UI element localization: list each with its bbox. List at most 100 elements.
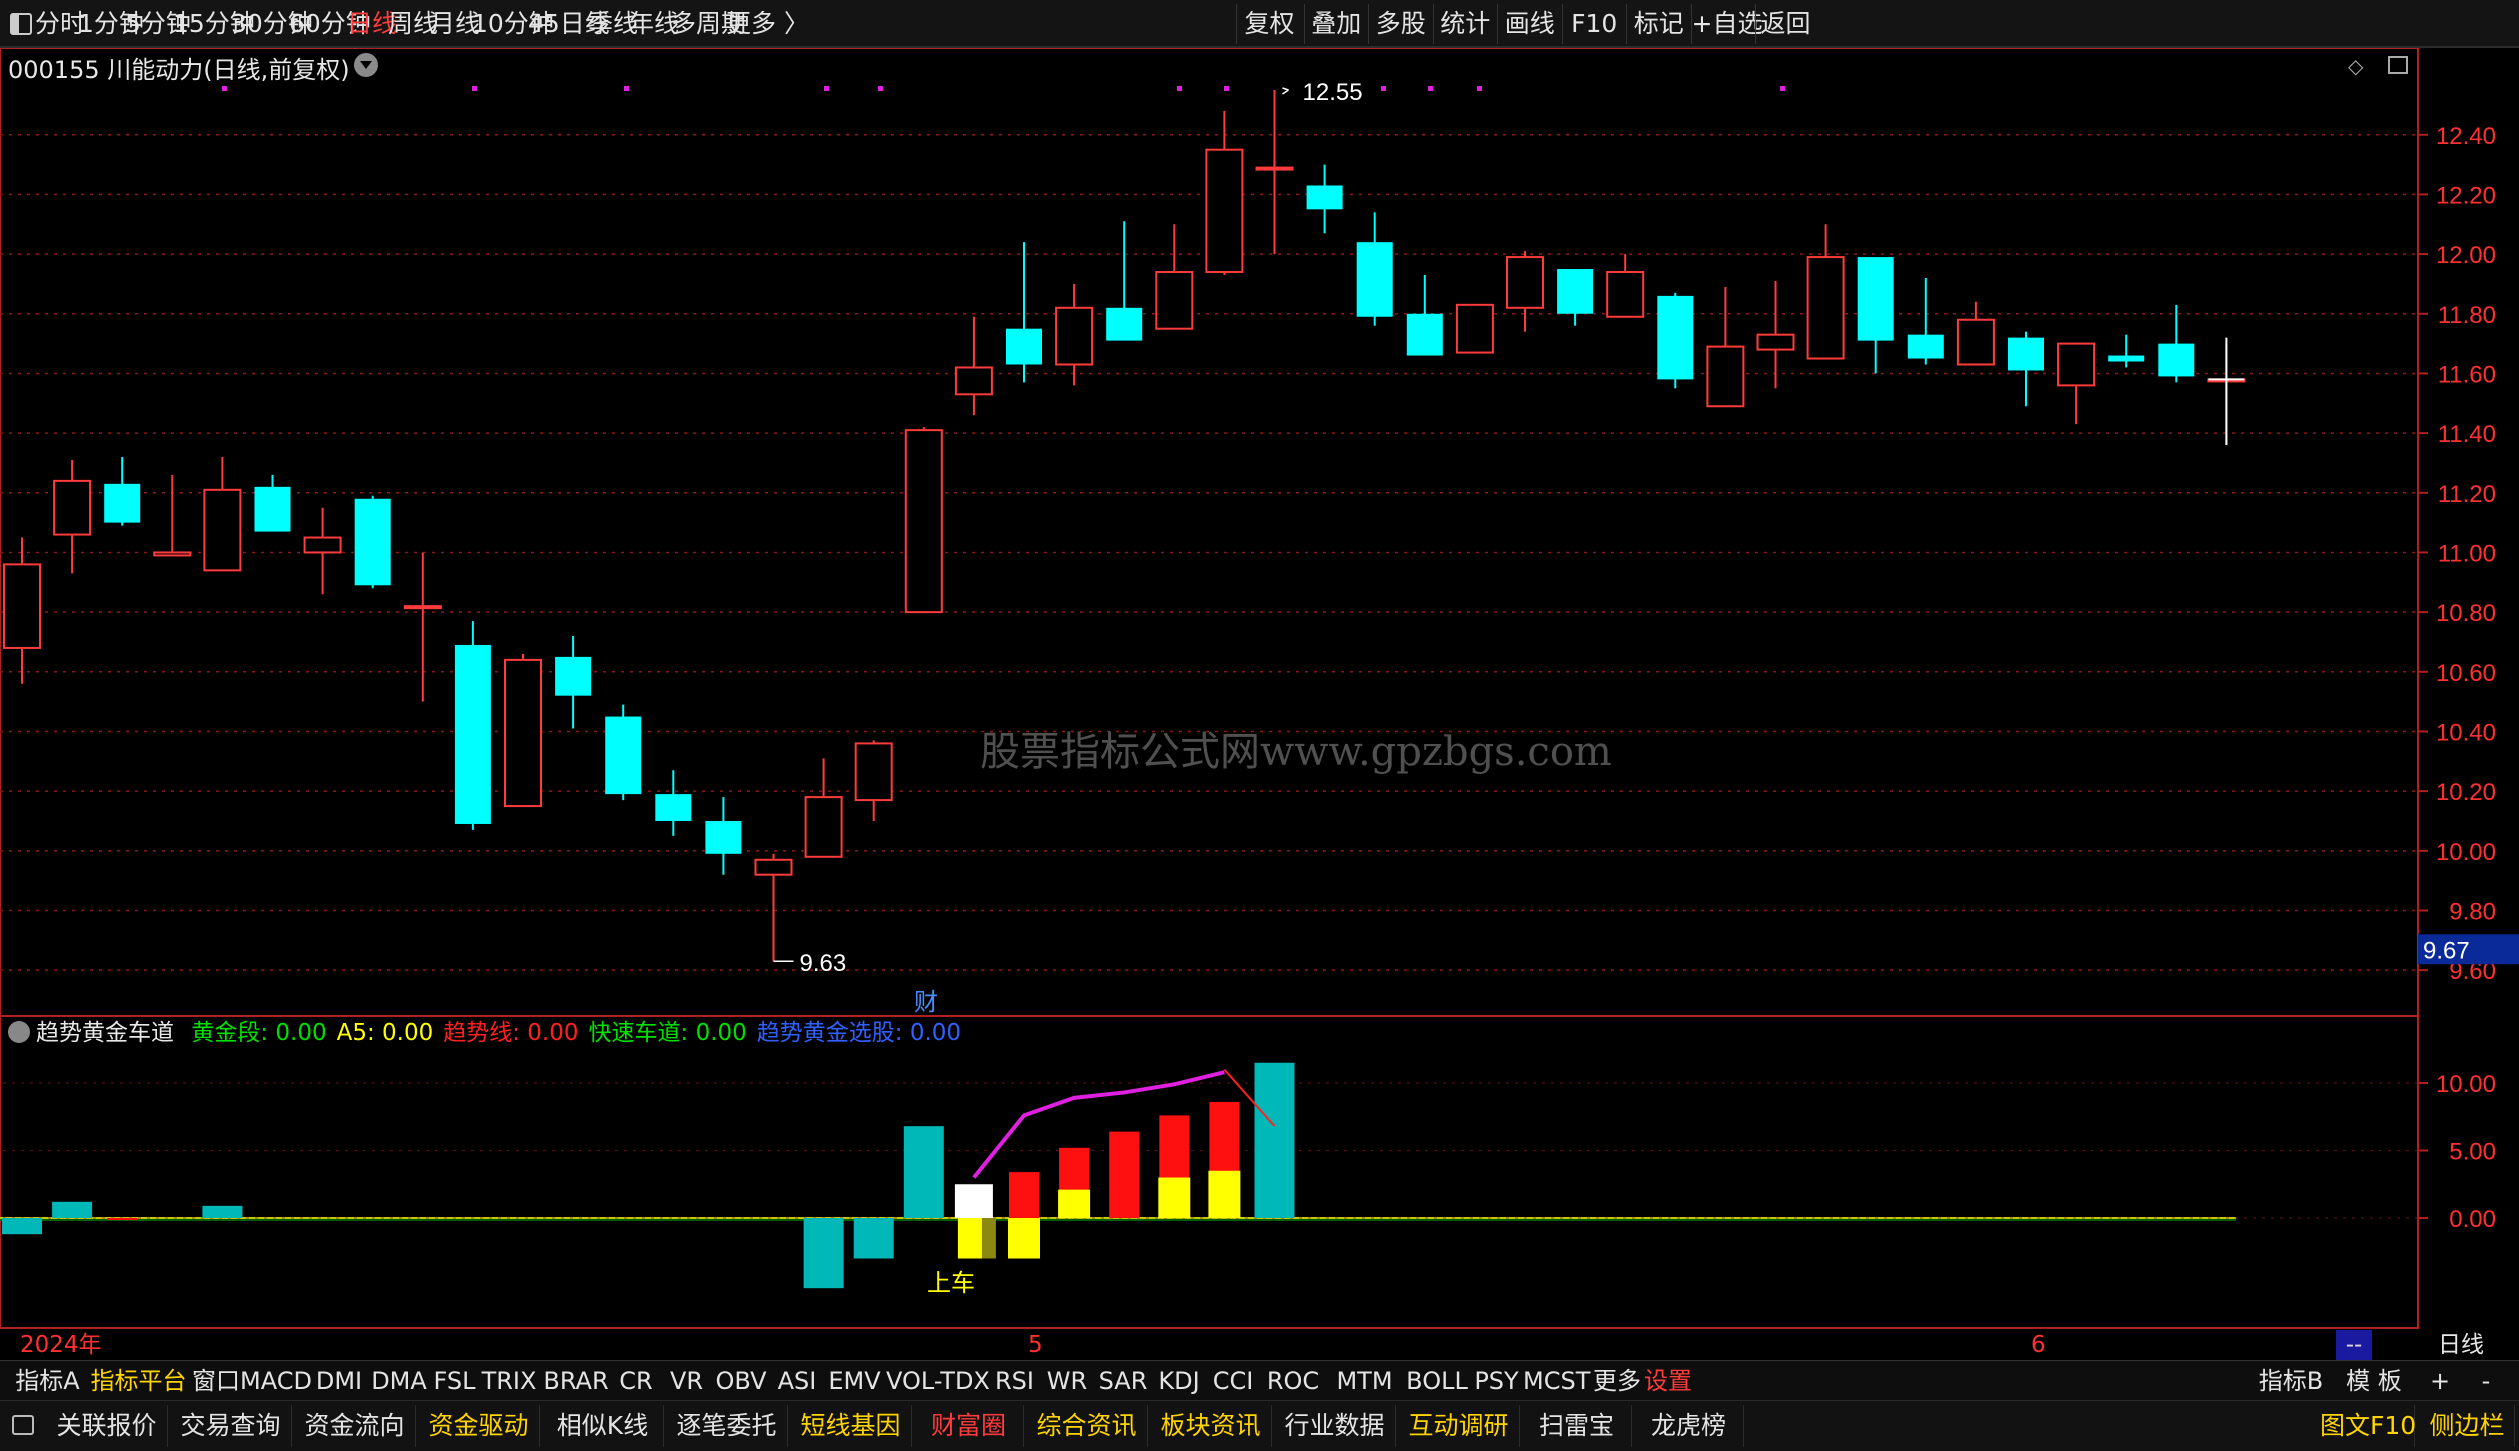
candle-body — [1706, 345, 1745, 408]
candle-body — [1155, 271, 1194, 330]
function-tab[interactable]: 综合资讯 — [1026, 1405, 1148, 1447]
function-tab[interactable]: 关联报价 — [46, 1405, 168, 1447]
indicator-tab[interactable]: EMV — [825, 1361, 884, 1401]
indicator-tab[interactable]: RSI — [990, 1361, 1039, 1401]
indicator-tab[interactable]: MTM — [1327, 1361, 1402, 1401]
month-label: 5 — [1028, 1332, 1043, 1358]
candle-body — [1006, 328, 1042, 365]
indicator-tab-right[interactable]: + — [2420, 1361, 2460, 1401]
function-tab[interactable]: 互动调研 — [1398, 1405, 1520, 1447]
function-tab[interactable]: 财富圈 — [914, 1405, 1024, 1447]
indicator-tab[interactable]: FSL — [433, 1361, 476, 1401]
price-tick-label: 11.60 — [2438, 361, 2496, 388]
low-label: 9.63 — [800, 950, 847, 977]
indicator-tab-right[interactable]: - — [2466, 1361, 2506, 1401]
function-tab[interactable]: 行业数据 — [1274, 1405, 1396, 1447]
indicator-tab[interactable]: ROC — [1261, 1361, 1325, 1401]
candle-body — [655, 794, 692, 821]
indicator-tab[interactable]: MCST — [1523, 1361, 1590, 1401]
indicator-tab[interactable]: VR — [662, 1361, 711, 1401]
candle-body — [2158, 343, 2195, 377]
indicator-name[interactable]: 趋势黄金车道 — [36, 1020, 174, 1046]
function-tab-right[interactable]: 侧边栏 — [2420, 1405, 2515, 1447]
indicator-tab[interactable]: 窗口 — [192, 1361, 240, 1401]
function-tab[interactable]: 相似K线 — [542, 1405, 664, 1447]
timeframe-tab[interactable]: 更多 〉 — [726, 0, 809, 48]
candle-body — [454, 644, 491, 824]
indicator-tab[interactable]: MACD — [240, 1361, 312, 1401]
candle-body — [1907, 334, 1944, 359]
candle-body — [1557, 269, 1594, 314]
toolbar-button[interactable]: 统计 — [1432, 4, 1498, 44]
year-label: 2024年 — [20, 1332, 102, 1358]
function-tab[interactable]: 板块资讯 — [1150, 1405, 1272, 1447]
indicator-tab[interactable]: SAR — [1095, 1361, 1151, 1401]
candle-body — [403, 605, 442, 610]
indicator-tab[interactable]: 指标A — [10, 1361, 85, 1401]
toolbar-button[interactable]: F10 — [1561, 4, 1627, 44]
candle-body — [153, 551, 192, 557]
candle-body — [804, 796, 843, 858]
indicator-tab[interactable]: PSY — [1472, 1361, 1521, 1401]
indicator-tab-bar: 指标A 指标平台 窗口 MACD DMI DMA FSL TRIX BRAR CR VR OBV ASI… — [0, 1360, 2519, 1400]
price-tick-label: 11.00 — [2438, 540, 2496, 567]
toolbar-button[interactable]: 标记 — [1626, 4, 1691, 44]
indicator-value: 趋势黄金选股: 0.00 — [756, 1020, 962, 1046]
indicator-tab[interactable]: OBV — [713, 1361, 769, 1401]
collapse-icon[interactable] — [8, 1020, 30, 1043]
indicator-tab[interactable]: VOL-TDX — [886, 1361, 990, 1401]
indicator-tab[interactable]: 更多 — [1592, 1361, 1642, 1401]
candle-body — [1255, 166, 1294, 171]
function-tab-right[interactable]: 图文F10 — [2320, 1405, 2416, 1447]
function-tab[interactable]: 资金流向 — [294, 1405, 416, 1447]
panel-icon[interactable] — [12, 1415, 34, 1435]
toolbar-button[interactable]: 复权 — [1236, 4, 1302, 44]
indicator-tab[interactable]: WR — [1041, 1361, 1093, 1401]
toolbar-button[interactable]: +自选 — [1690, 4, 1762, 44]
signal-dot — [1381, 86, 1386, 91]
indicator-value: 黄金段: 0.00 — [191, 1020, 327, 1046]
kline-chart[interactable]: 12.40 12.20 12.00 11.80 11.60 11.40 11.20 11.00… — [0, 48, 2519, 1330]
indicator-tick-label: 10.00 — [2436, 1071, 2496, 1098]
signal-dot — [624, 86, 629, 91]
indicator-tab[interactable]: KDJ — [1153, 1361, 1205, 1401]
candle-body — [254, 486, 291, 532]
cyan-bar — [202, 1205, 243, 1218]
function-tab[interactable]: 龙虎榜 — [1634, 1405, 1744, 1447]
indicator-tab-right[interactable]: 模 板 — [2339, 1361, 2409, 1401]
dropdown-icon[interactable] — [354, 53, 378, 77]
indicator-tab[interactable]: 指标平台 — [87, 1361, 190, 1401]
indicator-tab[interactable]: BOLL — [1404, 1361, 1470, 1401]
function-tab[interactable]: 短线基因 — [790, 1405, 912, 1447]
indicator-tab-right[interactable]: 指标B — [2251, 1361, 2331, 1401]
cyan-bar — [1254, 1062, 1295, 1218]
candle-body — [1356, 242, 1393, 317]
time-axis: 2024年 5 6 -- 日线 — [0, 1330, 2519, 1360]
diamond-icon[interactable]: ◇ — [2348, 54, 2363, 78]
function-tab[interactable]: 扫雷宝 — [1522, 1405, 1632, 1447]
indicator-tab[interactable]: CCI — [1207, 1361, 1259, 1401]
function-tab[interactable]: 交易查询 — [170, 1405, 292, 1447]
candle-body — [3, 563, 41, 649]
indicator-tab[interactable]: TRIX — [478, 1361, 540, 1401]
indicator-tab[interactable]: DMA — [367, 1361, 431, 1401]
toolbar-button[interactable]: 画线 — [1497, 4, 1562, 44]
function-tab[interactable]: 逐笔委托 — [666, 1405, 788, 1447]
scroll-indicator: -- — [2336, 1330, 2372, 1360]
candle-body — [754, 858, 793, 876]
toolbar-button[interactable]: 叠加 — [1303, 4, 1369, 44]
indicator-tab[interactable]: CR — [612, 1361, 660, 1401]
indicator-tab[interactable]: 设置 — [1644, 1361, 1692, 1401]
toolbar-button[interactable]: 多股 — [1368, 4, 1433, 44]
indicator-tab[interactable]: ASI — [771, 1361, 823, 1401]
toolbar-button[interactable]: 返回 — [1755, 4, 1815, 44]
chart-mode: (日线,前复权) — [203, 56, 350, 84]
signal-dot — [878, 86, 883, 91]
window-icon[interactable] — [10, 13, 32, 35]
panel-toggle-icon[interactable] — [2388, 56, 2408, 74]
indicator-tab[interactable]: BRAR — [542, 1361, 610, 1401]
function-tab[interactable]: 资金驱动 — [418, 1405, 540, 1447]
indicator-tab[interactable]: DMI — [313, 1361, 365, 1401]
candle-body — [504, 658, 542, 808]
entry-stripe — [981, 1218, 996, 1259]
